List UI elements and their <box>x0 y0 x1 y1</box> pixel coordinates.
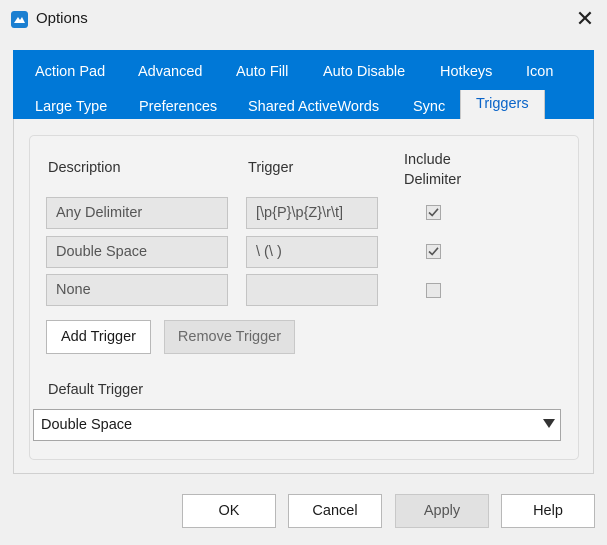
description-header: Description <box>48 160 121 176</box>
activewords-logo-icon <box>11 11 28 28</box>
add-trigger-button[interactable]: Add Trigger <box>46 320 151 354</box>
cancel-button[interactable]: Cancel <box>288 494 382 528</box>
tab-auto-fill[interactable]: Auto Fill <box>236 64 288 80</box>
tab-large-type[interactable]: Large Type <box>35 99 107 115</box>
tab-triggers[interactable]: Triggers <box>460 90 545 119</box>
default-trigger-value: Double Space <box>41 417 133 433</box>
tab-auto-disable[interactable]: Auto Disable <box>323 64 405 80</box>
description-field[interactable]: Double Space <box>46 236 228 268</box>
dropdown-arrow-icon <box>543 419 555 428</box>
close-icon[interactable]: ✕ <box>572 6 598 32</box>
include-delimiter-checkbox[interactable] <box>426 205 441 220</box>
include-delimiter-checkbox[interactable] <box>426 283 441 298</box>
trigger-field[interactable]: \ (\ ) <box>246 236 378 268</box>
trigger-field[interactable]: [\p{P}\p{Z}\r\t] <box>246 197 378 229</box>
tab-advanced[interactable]: Advanced <box>138 64 203 80</box>
tab-hotkeys[interactable]: Hotkeys <box>440 64 492 80</box>
help-button[interactable]: Help <box>501 494 595 528</box>
tab-icon[interactable]: Icon <box>526 64 553 80</box>
trigger-field[interactable] <box>246 274 378 306</box>
tab-preferences[interactable]: Preferences <box>139 99 217 115</box>
ok-button[interactable]: OK <box>182 494 276 528</box>
trigger-header: Trigger <box>248 160 294 176</box>
title-bar: Options ✕ <box>0 0 607 38</box>
window-title: Options <box>36 10 88 27</box>
tab-shared-activewords[interactable]: Shared ActiveWords <box>248 99 379 115</box>
tab-strip: Action Pad Advanced Auto Fill Auto Disab… <box>13 50 594 119</box>
checkmark-icon <box>428 247 439 256</box>
default-trigger-select[interactable]: Double Space <box>33 409 561 441</box>
checkmark-icon <box>428 208 439 217</box>
remove-trigger-button[interactable]: Remove Trigger <box>164 320 295 354</box>
default-trigger-label: Default Trigger <box>48 382 144 398</box>
description-field[interactable]: None <box>46 274 228 306</box>
apply-button[interactable]: Apply <box>395 494 489 528</box>
tab-action-pad[interactable]: Action Pad <box>35 64 105 80</box>
include-delimiter-checkbox[interactable] <box>426 244 441 259</box>
include-delimiter-header: Include Delimiter <box>404 152 462 188</box>
tab-sync[interactable]: Sync <box>413 99 445 115</box>
description-field[interactable]: Any Delimiter <box>46 197 228 229</box>
